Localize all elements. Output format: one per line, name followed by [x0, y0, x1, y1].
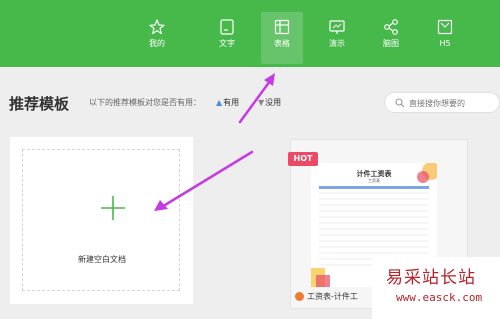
template-label: 工资表-计件工 — [307, 292, 358, 301]
nav-item-presentation[interactable]: 演示 — [316, 12, 358, 64]
nav-item-table[interactable]: 表格 — [261, 12, 303, 64]
top-toolbar: 我的 文字 表格 演示 脑图 H5 — [0, 0, 500, 67]
new-blank-document-card[interactable]: 新建空白文档 — [10, 137, 193, 304]
feedback-hint: 以下的推荐模板对您是否有用： — [89, 98, 201, 107]
presentation-icon — [329, 20, 345, 34]
nav-item-mine[interactable]: 我的 — [136, 12, 178, 64]
nav-label-text: 文字 — [219, 39, 235, 48]
useful-label: 有用 — [223, 98, 240, 107]
nav-label-table: 表格 — [274, 39, 290, 48]
nav-label-presentation: 演示 — [329, 39, 345, 48]
nav-label-mine: 我的 — [149, 39, 165, 48]
watermark-url: www.easck.com — [396, 291, 483, 304]
h5-icon — [437, 19, 453, 35]
document-icon — [220, 19, 234, 35]
watermark: 易采站长站 www.easck.com — [372, 257, 500, 319]
useless-button[interactable]: ▼没用 — [258, 97, 281, 108]
hot-badge: HOT — [288, 152, 318, 166]
useful-button[interactable]: ▲有用 — [216, 97, 239, 108]
search-box[interactable] — [384, 92, 500, 113]
star-icon — [149, 19, 165, 35]
search-input[interactable] — [409, 96, 497, 110]
template-type-icon — [295, 292, 304, 301]
watermark-text: 易采站长站 — [386, 268, 476, 288]
plus-icon — [101, 196, 125, 220]
table-icon — [274, 19, 290, 35]
nav-item-mindmap[interactable]: 脑图 — [370, 12, 412, 64]
nav-item-text[interactable]: 文字 — [206, 12, 248, 64]
thumbs-up-icon: ▲ — [216, 98, 223, 107]
section-title: 推荐模板 — [9, 95, 70, 113]
mindmap-icon — [384, 19, 398, 35]
nav-label-h5: H5 — [439, 39, 451, 48]
thumbnail-subtitle: 工资表 — [368, 178, 380, 183]
search-icon — [395, 98, 405, 108]
nav-item-h5[interactable]: H5 — [424, 12, 466, 64]
nav-label-mindmap: 脑图 — [383, 39, 399, 48]
blank-document-label: 新建空白文档 — [78, 255, 126, 264]
useless-label: 没用 — [265, 98, 282, 107]
thumbs-down-icon: ▼ — [258, 98, 265, 107]
blank-card-dashed-area: 新建空白文档 — [22, 149, 180, 291]
